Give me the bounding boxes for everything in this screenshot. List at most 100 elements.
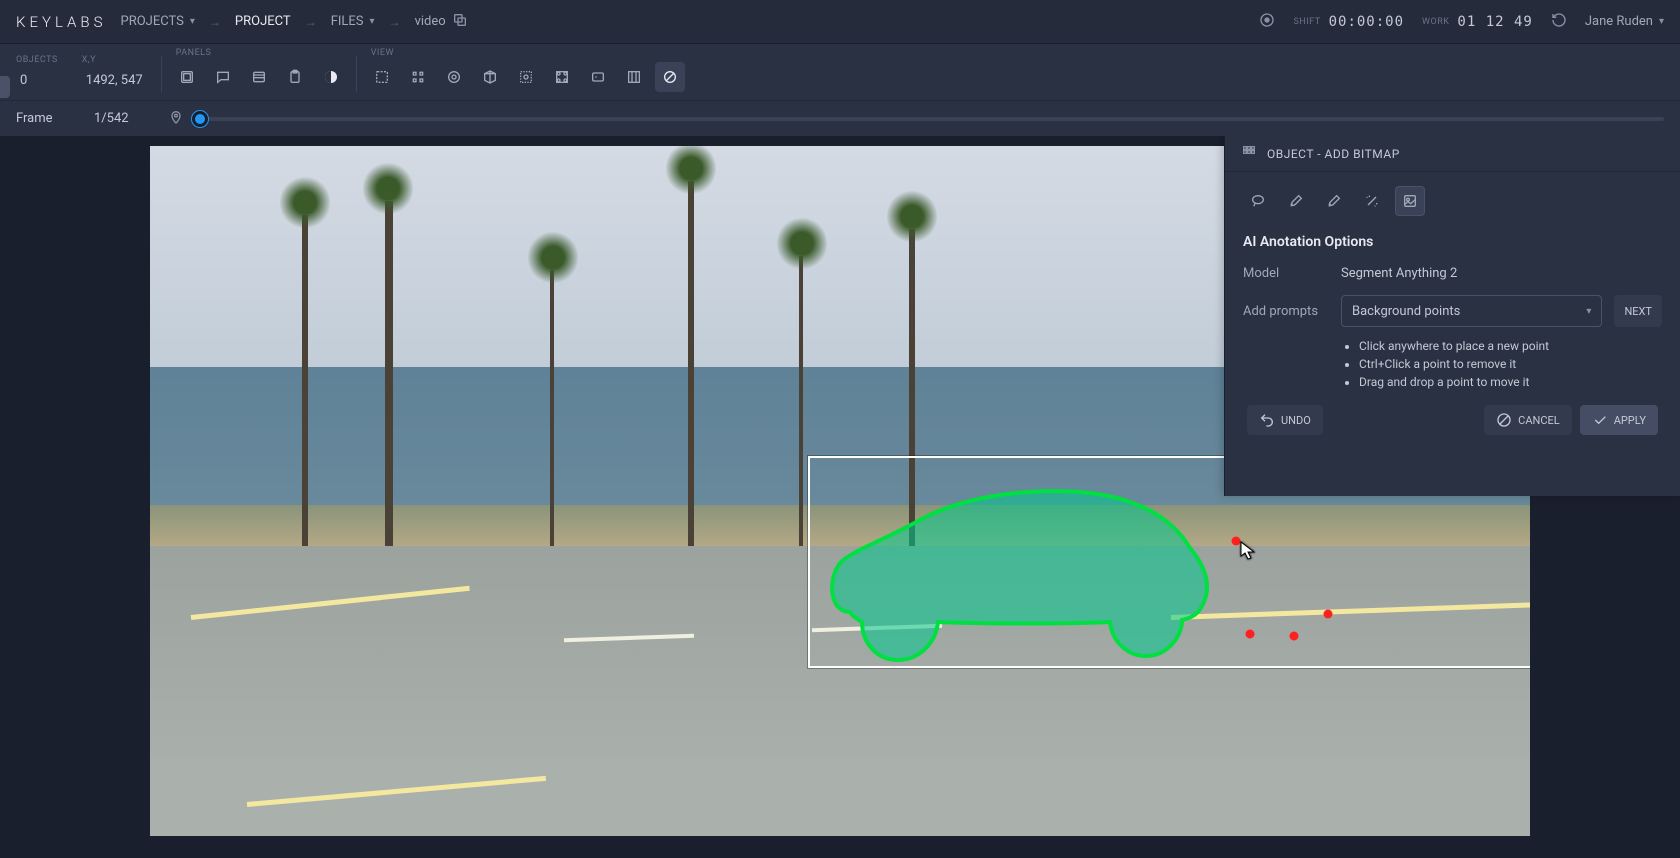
background-point[interactable] — [1290, 632, 1299, 641]
section-title: AI Anotation Options — [1243, 234, 1662, 250]
toolbar: Objects 0 X,Y 1492, 547 Panels View — [0, 44, 1680, 100]
tool-ai-segment-icon[interactable] — [1395, 186, 1425, 216]
view-label-icon[interactable] — [583, 62, 613, 92]
xy-value: 1492, 547 — [78, 69, 151, 92]
copy-icon[interactable] — [452, 12, 468, 32]
nav-files[interactable]: FILES ▾ — [331, 14, 375, 29]
objects-count: 0 — [12, 69, 52, 92]
footer-right: CANCEL APPLY — [1484, 405, 1658, 435]
view-group: View — [367, 48, 685, 92]
view-grid-icon[interactable] — [547, 62, 577, 92]
scene-tree — [550, 270, 554, 546]
next-label: NEXT — [1624, 305, 1652, 318]
view-select-icon[interactable] — [367, 62, 397, 92]
undo-icon — [1259, 412, 1275, 428]
app-header: KEYLABS PROJECTS ▾ → PROJECT → FILES ▾ →… — [0, 0, 1680, 44]
segmentation-mask[interactable] — [810, 462, 1226, 672]
nav-project[interactable]: PROJECT — [235, 14, 291, 29]
nav-files-label: FILES — [331, 14, 364, 29]
chevron-down-icon: ▾ — [1586, 306, 1591, 317]
panel-contrast-icon[interactable] — [316, 62, 346, 92]
panel-title: OBJECT - ADD BITMAP — [1267, 147, 1400, 161]
view-disabled-icon[interactable] — [655, 62, 685, 92]
apply-button[interactable]: APPLY — [1580, 405, 1658, 435]
view-focus-icon[interactable] — [511, 62, 541, 92]
undo-button[interactable]: UNDO — [1247, 405, 1323, 435]
frame-slider[interactable] — [198, 117, 1664, 121]
panels-label: Panels — [172, 48, 346, 58]
objects-group: Objects 0 — [12, 55, 58, 92]
chevron-down-icon: ▾ — [370, 16, 375, 27]
panel-clipboard-icon[interactable] — [280, 62, 310, 92]
tool-lasso-icon[interactable] — [1243, 186, 1273, 216]
background-point[interactable] — [1232, 537, 1241, 546]
tool-brush-add-icon[interactable] — [1281, 186, 1311, 216]
header-right: SHIFT 00:00:00 WORK 01 12 49 Jane Ruden … — [1259, 12, 1664, 32]
panels-group: Panels — [172, 48, 346, 92]
scene-tree — [688, 181, 694, 547]
panel-list-icon[interactable] — [244, 62, 274, 92]
xy-group: X,Y 1492, 547 — [78, 55, 151, 92]
tool-brush-remove-icon[interactable] — [1319, 186, 1349, 216]
bitmap-icon — [1241, 144, 1257, 164]
hint-item: Ctrl+Click a point to remove it — [1359, 355, 1662, 373]
background-point[interactable] — [1324, 610, 1333, 619]
nav-project-label: PROJECT — [235, 14, 291, 29]
scene-tree — [385, 201, 393, 546]
scene-tree — [799, 256, 803, 546]
nav-file[interactable]: video — [415, 12, 468, 32]
arrow-right-icon: → — [209, 15, 221, 29]
annotation-tool-row — [1243, 186, 1662, 216]
main: OBJECT - ADD BITMAP AI Anotation Options… — [0, 136, 1680, 858]
model-label: Model — [1243, 266, 1329, 281]
apply-label: APPLY — [1614, 414, 1646, 427]
tool-magic-wand-icon[interactable] — [1357, 186, 1387, 216]
nav-projects-label: PROJECTS — [121, 14, 184, 29]
view-nodes-icon[interactable] — [403, 62, 433, 92]
view-label: View — [367, 48, 685, 58]
slider-thumb[interactable] — [192, 111, 208, 127]
panel-comments-icon[interactable] — [208, 62, 238, 92]
prompts-select[interactable]: Background points ▾ — [1341, 295, 1602, 327]
scene-tree — [302, 215, 308, 546]
arrow-right-icon: → — [389, 15, 401, 29]
cancel-label: CANCEL — [1518, 414, 1560, 427]
prompts-label: Add prompts — [1243, 304, 1329, 319]
nav-projects[interactable]: PROJECTS ▾ — [121, 14, 195, 29]
cancel-button[interactable]: CANCEL — [1484, 405, 1572, 435]
pin-icon[interactable] — [168, 109, 184, 129]
frame-bar: Frame 1/542 — [0, 100, 1680, 136]
frame-label: Frame — [16, 111, 80, 126]
user-menu[interactable]: Jane Ruden ▾ — [1585, 14, 1664, 29]
breadcrumb: KEYLABS PROJECTS ▾ → PROJECT → FILES ▾ →… — [16, 12, 468, 32]
panel-footer: UNDO CANCEL APPLY — [1243, 405, 1662, 435]
user-name: Jane Ruden — [1585, 14, 1653, 29]
left-drawer-handle[interactable] — [0, 76, 10, 98]
view-columns-icon[interactable] — [619, 62, 649, 92]
logo: KEYLABS — [16, 13, 107, 31]
check-icon — [1592, 412, 1608, 428]
objects-label: Objects — [12, 55, 58, 65]
background-point[interactable] — [1246, 630, 1255, 639]
xy-label: X,Y — [78, 55, 151, 65]
chevron-down-icon: ▾ — [190, 16, 195, 27]
panel-body: AI Anotation Options Model Segment Anyth… — [1225, 172, 1680, 449]
hint-item: Drag and drop a point to move it — [1359, 373, 1662, 391]
shift-label: SHIFT — [1293, 17, 1320, 27]
shift-time: 00:00:00 — [1329, 14, 1404, 30]
hints: Click anywhere to place a new point Ctrl… — [1341, 337, 1662, 391]
separator — [356, 56, 357, 92]
panel-layers-icon[interactable] — [172, 62, 202, 92]
next-button[interactable]: NEXT — [1614, 295, 1662, 327]
undo-label: UNDO — [1281, 414, 1311, 427]
hint-item: Click anywhere to place a new point — [1359, 337, 1662, 355]
separator — [161, 56, 162, 92]
view-target-icon[interactable] — [439, 62, 469, 92]
chevron-down-icon: ▾ — [1659, 16, 1664, 27]
work-label: WORK — [1422, 17, 1449, 27]
refresh-icon[interactable] — [1551, 12, 1567, 32]
record-icon[interactable] — [1259, 12, 1275, 32]
nav-file-label: video — [415, 14, 446, 29]
view-cube-icon[interactable] — [475, 62, 505, 92]
work-time: 01 12 49 — [1457, 14, 1532, 30]
